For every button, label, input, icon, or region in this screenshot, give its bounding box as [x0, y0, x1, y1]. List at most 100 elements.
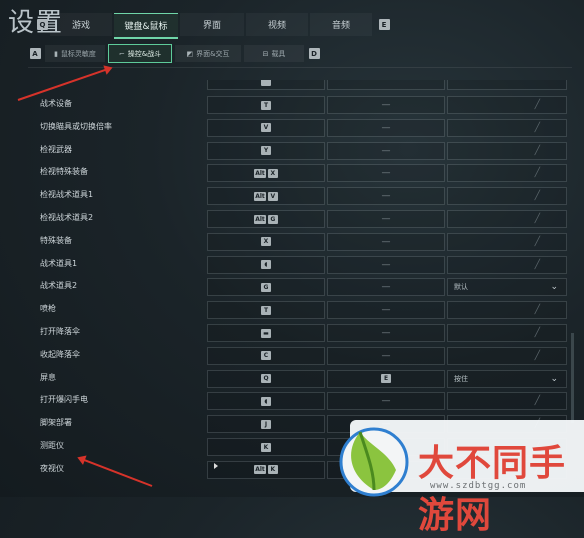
primary-key-slot[interactable]: V [207, 118, 325, 137]
subtab-interface-interaction[interactable]: ◩ 界面&交互 [175, 45, 241, 62]
option-slot: ╱ [447, 141, 567, 160]
key-cap: ◖ [261, 396, 271, 406]
tab-video[interactable]: 视频 [246, 13, 308, 36]
sub-tab-bar: A ▮ 鼠标灵敏度 ⌐ 操控&战斗 ◩ 界面&交互 ⊟ 载具 D [28, 44, 324, 63]
primary-key-slot[interactable]: ◖ [207, 392, 325, 411]
subtab-label: 鼠标灵敏度 [60, 49, 96, 58]
primary-key-slot[interactable]: Y [207, 141, 325, 160]
key-cap: T [261, 305, 271, 315]
keybinding-row: 检视武器 Y — ╱ [30, 141, 574, 160]
primary-key-slot[interactable]: K [207, 438, 325, 456]
key-cap: K [267, 465, 278, 475]
keybinding-label: 收起降落伞 [40, 349, 80, 359]
primary-key-slot[interactable]: J [207, 415, 325, 434]
edit-disabled-icon: ╱ [534, 100, 540, 110]
primary-key-slot[interactable]: C [207, 346, 325, 365]
edit-disabled-icon: ╱ [534, 236, 540, 247]
keybinding-row: 战术设备 T — ╱ [30, 96, 574, 114]
primary-key-slot[interactable]: T [207, 96, 325, 114]
secondary-key-slot[interactable]: — [327, 96, 445, 114]
tab-prev-key[interactable]: Q [22, 13, 48, 36]
secondary-key-slot[interactable]: — [327, 187, 445, 206]
secondary-key-slot[interactable]: — [327, 210, 445, 228]
edit-disabled-icon: ╱ [534, 191, 540, 202]
tab-audio[interactable]: 音频 [310, 13, 372, 36]
key-cap: V [261, 123, 271, 133]
primary-key-slot[interactable]: Alt X [207, 164, 325, 183]
secondary-key-slot[interactable]: — [327, 141, 445, 160]
subtab-next-key[interactable]: D [307, 45, 321, 62]
tab-game[interactable]: 游戏 [50, 13, 112, 36]
keybinding-label: 检视战术道具2 [40, 213, 94, 222]
unassigned-dash: — [381, 259, 391, 270]
edit-disabled-icon: ╱ [534, 328, 540, 338]
partial-key [261, 80, 271, 86]
dropdown-value: 按住 [454, 374, 468, 383]
secondary-key-slot[interactable]: — [327, 346, 445, 365]
unassigned-dash: — [381, 328, 391, 338]
keybinding-label: 特殊装备 [40, 235, 72, 245]
primary-key-slot[interactable]: X [207, 232, 325, 251]
key-cap: Alt [254, 465, 266, 475]
tab-label: 视频 [267, 21, 286, 31]
interface-icon: ◩ [186, 49, 194, 58]
primary-key-slot[interactable]: ◖ [207, 255, 325, 274]
key-cap: E [381, 374, 391, 384]
secondary-key-slot[interactable]: — [327, 324, 445, 342]
leaf-logo-icon [339, 427, 409, 497]
key-cap: G [261, 282, 271, 292]
partial-row [30, 80, 574, 90]
key-hint-e: E [378, 19, 390, 30]
primary-key-slot[interactable]: ▬ [207, 324, 325, 342]
keybinding-label: 战术道具2 [40, 281, 78, 291]
key-cap: G [267, 214, 278, 224]
key-cap: X [261, 237, 271, 247]
secondary-key-slot[interactable]: — [327, 301, 445, 320]
subtab-prev-key[interactable]: A [28, 45, 42, 62]
secondary-key-slot[interactable]: — [327, 278, 445, 297]
unassigned-dash: — [381, 100, 391, 110]
primary-key-slot[interactable]: G [207, 278, 325, 297]
key-cap: X [267, 168, 278, 178]
keybinding-row: 喷枪 T — ╱ [30, 301, 574, 320]
secondary-key-slot[interactable]: — [327, 232, 445, 251]
mouse-icon: ▮ [54, 49, 58, 58]
chevron-down-icon: ⌄ [550, 282, 558, 293]
subtab-control-combat[interactable]: ⌐ 操控&战斗 [108, 44, 172, 63]
key-cap: ▬ [261, 328, 271, 338]
primary-key-slot[interactable]: Alt K [207, 460, 325, 479]
secondary-key-slot[interactable]: — [327, 164, 445, 183]
edit-disabled-icon: ╱ [534, 259, 540, 270]
mode-dropdown[interactable]: 按住 ⌄ [447, 369, 567, 388]
keybinding-label: 打开爆闪手电 [40, 395, 88, 405]
subtab-vehicle[interactable]: ⊟ 载具 [244, 45, 304, 62]
secondary-key-slot[interactable]: E [327, 369, 445, 388]
key-cap: ◖ [261, 260, 271, 270]
watermark: 大不同手游网 www.szdbtgg.com [330, 406, 584, 536]
keybinding-label: 切换瞄具或切换倍率 [40, 121, 112, 131]
key-cap: Alt [254, 191, 266, 201]
edit-disabled-icon: ╱ [534, 145, 540, 156]
key-cap: J [261, 419, 271, 429]
option-slot: ╱ [447, 96, 567, 114]
subtab-mouse-sensitivity[interactable]: ▮ 鼠标灵敏度 [45, 45, 105, 62]
secondary-key-slot[interactable]: — [327, 118, 445, 137]
keybinding-label: 脚架部署 [40, 418, 72, 428]
option-slot: ╱ [447, 210, 567, 228]
option-slot: ╱ [447, 346, 567, 365]
tab-keyboard-mouse[interactable]: 键盘&鼠标 [114, 13, 178, 39]
keybinding-row: 打开降落伞 ▬ — ╱ [30, 324, 574, 342]
primary-key-slot[interactable]: Alt G [207, 210, 325, 228]
tab-label: 游戏 [71, 21, 90, 31]
tab-next-key[interactable]: E [374, 13, 394, 36]
tab-interface[interactable]: 界面 [180, 13, 244, 36]
primary-key-slot[interactable]: Q [207, 369, 325, 388]
primary-key-slot[interactable]: T [207, 301, 325, 320]
tab-label: 界面 [202, 21, 221, 31]
key-cap: V [267, 191, 278, 201]
mode-dropdown[interactable]: 默认 ⌄ [447, 278, 567, 297]
secondary-key-slot[interactable]: — [327, 255, 445, 274]
keybinding-label: 检视武器 [40, 144, 72, 154]
primary-key-slot[interactable]: Alt V [207, 187, 325, 206]
unassigned-dash: — [381, 122, 391, 133]
